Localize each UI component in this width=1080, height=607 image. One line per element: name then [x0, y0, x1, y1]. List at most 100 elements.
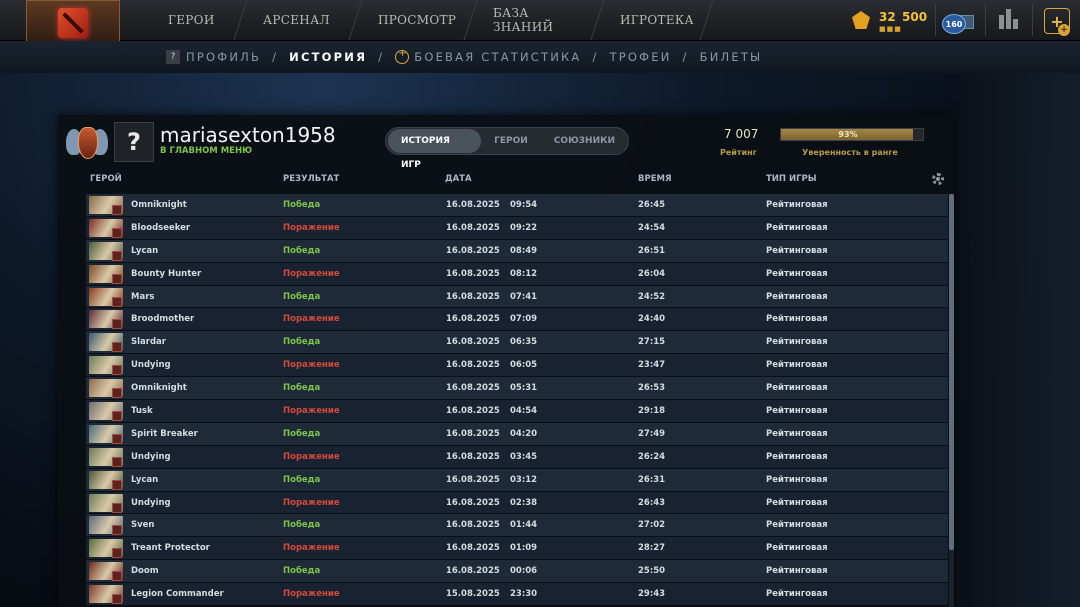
profile-subnav: ? ПРОФИЛЬ / ИСТОРИЯ / БОЕВАЯ СТАТИСТИКА … — [166, 41, 762, 73]
table-row[interactable]: Bloodseeker Поражение 16.08.2025 09:22 24:54… — [86, 216, 948, 240]
subnav-separator: / — [592, 50, 599, 64]
match-time: 01:09 — [510, 543, 538, 554]
subnav-separator: / — [378, 50, 385, 64]
scrollbar-thumb[interactable] — [949, 194, 954, 550]
table-row[interactable]: Spirit Breaker Победа 16.08.2025 04:20 27:49… — [86, 422, 948, 446]
background-decoration — [955, 73, 1080, 607]
subnav-trophies[interactable]: ТРОФЕИ — [610, 50, 672, 64]
match-result: Поражение — [283, 543, 340, 554]
level-badge[interactable]: 160 — [942, 14, 966, 34]
gear-icon[interactable] — [932, 173, 944, 185]
match-duration: 25:50 — [638, 566, 666, 577]
nav-heroes[interactable]: ГЕРОИ — [139, 0, 248, 40]
match-duration: 26:04 — [638, 268, 666, 279]
table-row[interactable]: Omniknight Победа 16.08.2025 09:54 26:45 Рейт… — [86, 194, 948, 217]
match-duration: 26:24 — [638, 451, 666, 462]
hero-role-icon — [112, 342, 122, 353]
table-row[interactable]: Undying Поражение 16.08.2025 06:05 23:47 Рейт… — [86, 354, 948, 378]
match-list: Omniknight Победа 16.08.2025 09:54 26:45 Рейт… — [86, 194, 948, 607]
hero-role-icon — [112, 388, 122, 399]
table-row[interactable]: Tusk Поражение 16.08.2025 04:54 29:18 Рейтинг… — [86, 400, 948, 423]
nav-learn[interactable]: БАЗА ЗНАНИЙ — [464, 0, 605, 40]
dota-logo-button[interactable] — [26, 0, 120, 46]
hero-name: Treant Protector — [131, 543, 210, 554]
game-type: Рейтинговая — [766, 222, 828, 233]
header-result[interactable]: РЕЗУЛЬТАТ — [283, 174, 339, 184]
hero-name: Bloodseeker — [131, 222, 191, 233]
match-time: 01:44 — [510, 520, 538, 531]
tab-allies[interactable]: СОЮЗНИКИ — [541, 129, 628, 153]
hero-name: Lycan — [131, 245, 159, 256]
match-result: Победа — [283, 383, 321, 394]
avatar[interactable]: ? — [114, 122, 154, 162]
divider — [1032, 4, 1033, 36]
nav-armory[interactable]: АРСЕНАЛ — [234, 0, 363, 40]
table-row[interactable]: Undying Поражение 16.08.2025 03:45 26:24 Рейт… — [86, 445, 948, 469]
shards-icon[interactable] — [852, 11, 870, 29]
subnav-history[interactable]: ИСТОРИЯ — [289, 50, 367, 64]
match-date: 16.08.2025 — [446, 337, 500, 348]
game-type: Рейтинговая — [766, 268, 828, 279]
table-row[interactable]: Broodmother Поражение 16.08.2025 07:09 24:40… — [86, 308, 948, 332]
match-date: 16.08.2025 — [446, 474, 500, 485]
match-time: 06:05 — [510, 360, 538, 371]
match-result: Победа — [283, 245, 321, 256]
subnav-tickets[interactable]: БИЛЕТЫ — [700, 50, 763, 64]
match-result: Поражение — [283, 268, 340, 279]
table-row[interactable]: Lycan Победа 16.08.2025 08:49 26:51 Рейтингов… — [86, 239, 948, 263]
hero-name: Undying — [131, 360, 171, 371]
game-type: Рейтинговая — [766, 520, 828, 531]
match-duration: 26:53 — [638, 383, 666, 394]
match-duration: 27:49 — [638, 428, 666, 439]
match-result: Победа — [283, 520, 321, 531]
game-type: Рейтинговая — [766, 360, 828, 371]
hero-name: Tusk — [131, 405, 153, 416]
match-duration: 28:27 — [638, 543, 666, 554]
match-time: 09:54 — [510, 199, 538, 210]
table-row[interactable]: Undying Поражение 16.08.2025 02:38 26:43 Рейт… — [86, 491, 948, 515]
rank-confidence-bar: 93% — [780, 128, 924, 141]
header-duration[interactable]: ВРЕМЯ — [638, 174, 672, 184]
subnav-profile[interactable]: ПРОФИЛЬ — [186, 50, 261, 64]
rank-medal-icon[interactable] — [66, 123, 108, 163]
nav-watch[interactable]: ПРОСМОТР — [349, 0, 478, 40]
nav-arcade[interactable]: ИГРОТЕКА — [591, 0, 714, 40]
table-row[interactable]: Doom Победа 16.08.2025 00:06 25:50 Рейтингова… — [86, 560, 948, 584]
hero-role-icon — [112, 205, 122, 215]
match-time: 06:35 — [510, 337, 538, 348]
tab-heroes[interactable]: ГЕРОИ — [481, 129, 541, 153]
table-row[interactable]: Lycan Победа 16.08.2025 03:12 26:31 Рейтингов… — [86, 468, 948, 492]
match-date: 16.08.2025 — [446, 222, 500, 233]
social-icon[interactable] — [999, 9, 1021, 29]
top-bar: ГЕРОИ АРСЕНАЛ ПРОСМОТР БАЗА ЗНАНИЙ ИГРОТ… — [0, 0, 1080, 46]
table-row[interactable]: Bounty Hunter Поражение 16.08.2025 08:12 26:… — [86, 262, 948, 286]
subnav-combat-stats[interactable]: БОЕВАЯ СТАТИСТИКА — [414, 50, 581, 64]
table-row[interactable]: Slardar Победа 16.08.2025 06:35 27:15 Рейтинг… — [86, 331, 948, 355]
hero-name: Legion Commander — [131, 589, 224, 600]
hero-role-icon — [112, 548, 122, 559]
hero-name: Sven — [131, 520, 155, 531]
table-row[interactable]: Sven Победа 16.08.2025 01:44 27:02 Рейтингова… — [86, 514, 948, 538]
match-result: Поражение — [283, 222, 340, 233]
match-duration: 24:52 — [638, 291, 666, 302]
currency-value: 500 — [902, 10, 928, 24]
table-row[interactable]: Mars Победа 16.08.2025 07:41 24:52 Рейтингова… — [86, 285, 948, 309]
header-hero[interactable]: ГЕРОЙ — [90, 174, 122, 184]
game-type: Рейтинговая — [766, 337, 828, 348]
match-duration: 26:45 — [638, 199, 666, 210]
table-row[interactable]: Legion Commander Поражение 15.08.2025 23:30… — [86, 583, 948, 607]
table-row[interactable]: Omniknight Победа 16.08.2025 05:31 26:53 Рейт… — [86, 377, 948, 401]
header-date[interactable]: ДАТА — [445, 174, 472, 184]
match-result: Поражение — [283, 497, 340, 508]
rank-confidence-label: Уверенность в ранге — [802, 148, 898, 157]
game-type: Рейтинговая — [766, 474, 828, 485]
game-type: Рейтинговая — [766, 405, 828, 416]
table-row[interactable]: Treant Protector Поражение 16.08.2025 01:09… — [86, 537, 948, 561]
rating-label: Рейтинг — [720, 148, 757, 157]
hero-role-icon — [112, 571, 122, 582]
match-time: 07:09 — [510, 314, 538, 325]
match-duration: 24:54 — [638, 222, 666, 233]
tab-match-history[interactable]: ИСТОРИЯ ИГР — [388, 129, 482, 170]
profile-subnav-bar: ? ПРОФИЛЬ / ИСТОРИЯ / БОЕВАЯ СТАТИСТИКА … — [0, 41, 1080, 73]
header-game-type[interactable]: ТИП ИГРЫ — [766, 174, 817, 184]
